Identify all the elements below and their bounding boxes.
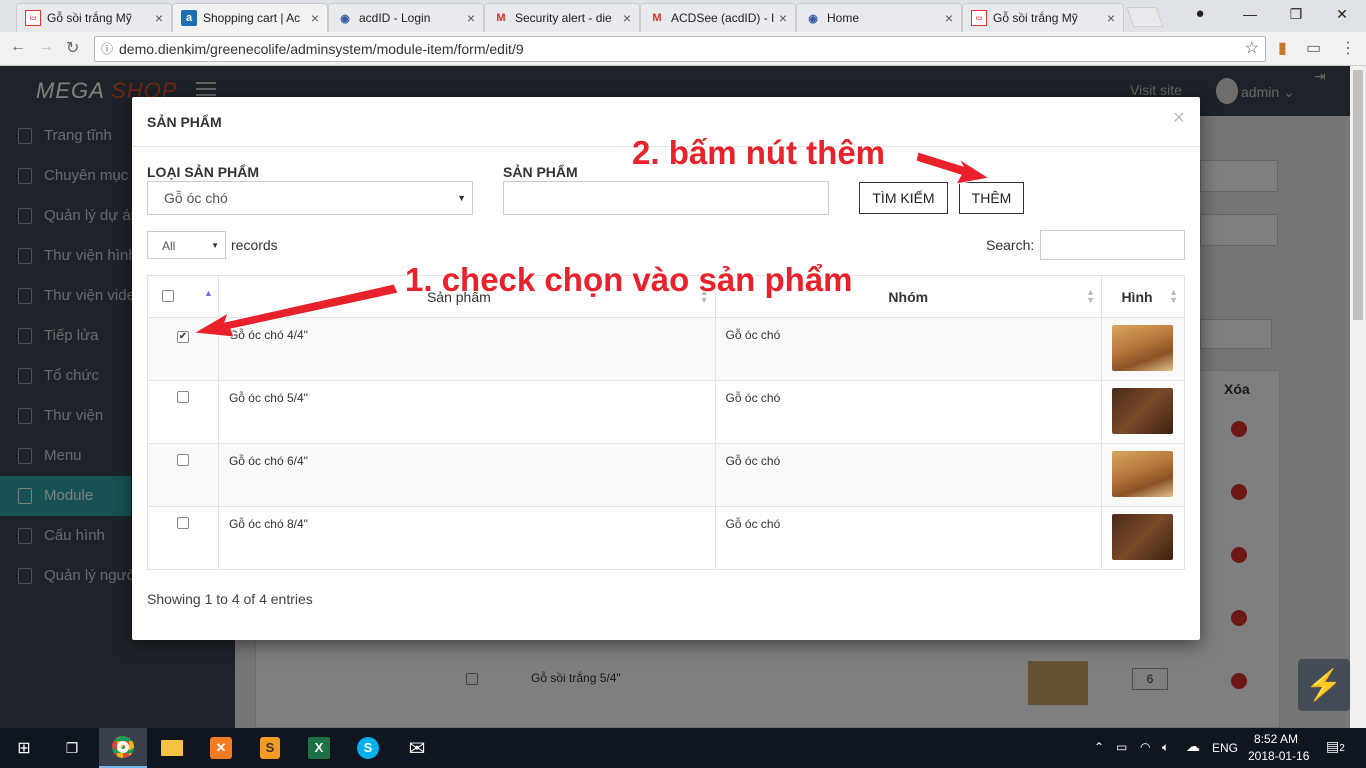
windows-start-icon[interactable]: ⊞ <box>0 728 48 768</box>
annotation-step1: 1. check chọn vào sản phẩm <box>405 261 853 298</box>
tray-chevron-up-icon[interactable]: ⌃ <box>1094 740 1104 754</box>
lightning-widget-icon[interactable]: ⚡ <box>1298 659 1350 711</box>
notification-center-icon[interactable]: ▤2 <box>1326 738 1345 755</box>
notification-count: 2 <box>1339 743 1345 754</box>
task-view-icon[interactable]: ❐ <box>48 728 96 768</box>
volume-icon[interactable]: 🔈︎ <box>1162 740 1169 755</box>
skype-icon[interactable]: S <box>344 728 392 768</box>
file-explorer-icon[interactable] <box>148 728 196 768</box>
arrow-step2 <box>915 151 991 185</box>
excel-icon[interactable]: X <box>295 728 343 768</box>
cloud-upload-icon[interactable]: ☁ <box>1186 738 1200 755</box>
clock-time[interactable]: 8:52 AM <box>1254 732 1298 746</box>
annotation-step2: 2. bấm nút thêm <box>632 134 886 171</box>
language-indicator[interactable]: ENG <box>1212 741 1238 755</box>
xampp-icon[interactable]: ✕ <box>197 728 245 768</box>
chrome-icon[interactable] <box>99 728 147 768</box>
wifi-icon[interactable]: ◠ <box>1140 740 1150 754</box>
mail-icon[interactable]: ✉ <box>393 728 441 768</box>
windows-taskbar: ⊞ ❐ ✕ S X S ✉ ⌃ ▭ ◠ 🔈︎ ☁ ENG 8:52 AM 201… <box>0 728 1366 768</box>
clock-date[interactable]: 2018-01-16 <box>1248 749 1309 763</box>
annotation-arrows <box>192 151 991 338</box>
battery-icon[interactable]: ▭ <box>1116 740 1127 754</box>
sublime-text-icon[interactable]: S <box>246 728 294 768</box>
arrow-step1 <box>192 283 399 338</box>
